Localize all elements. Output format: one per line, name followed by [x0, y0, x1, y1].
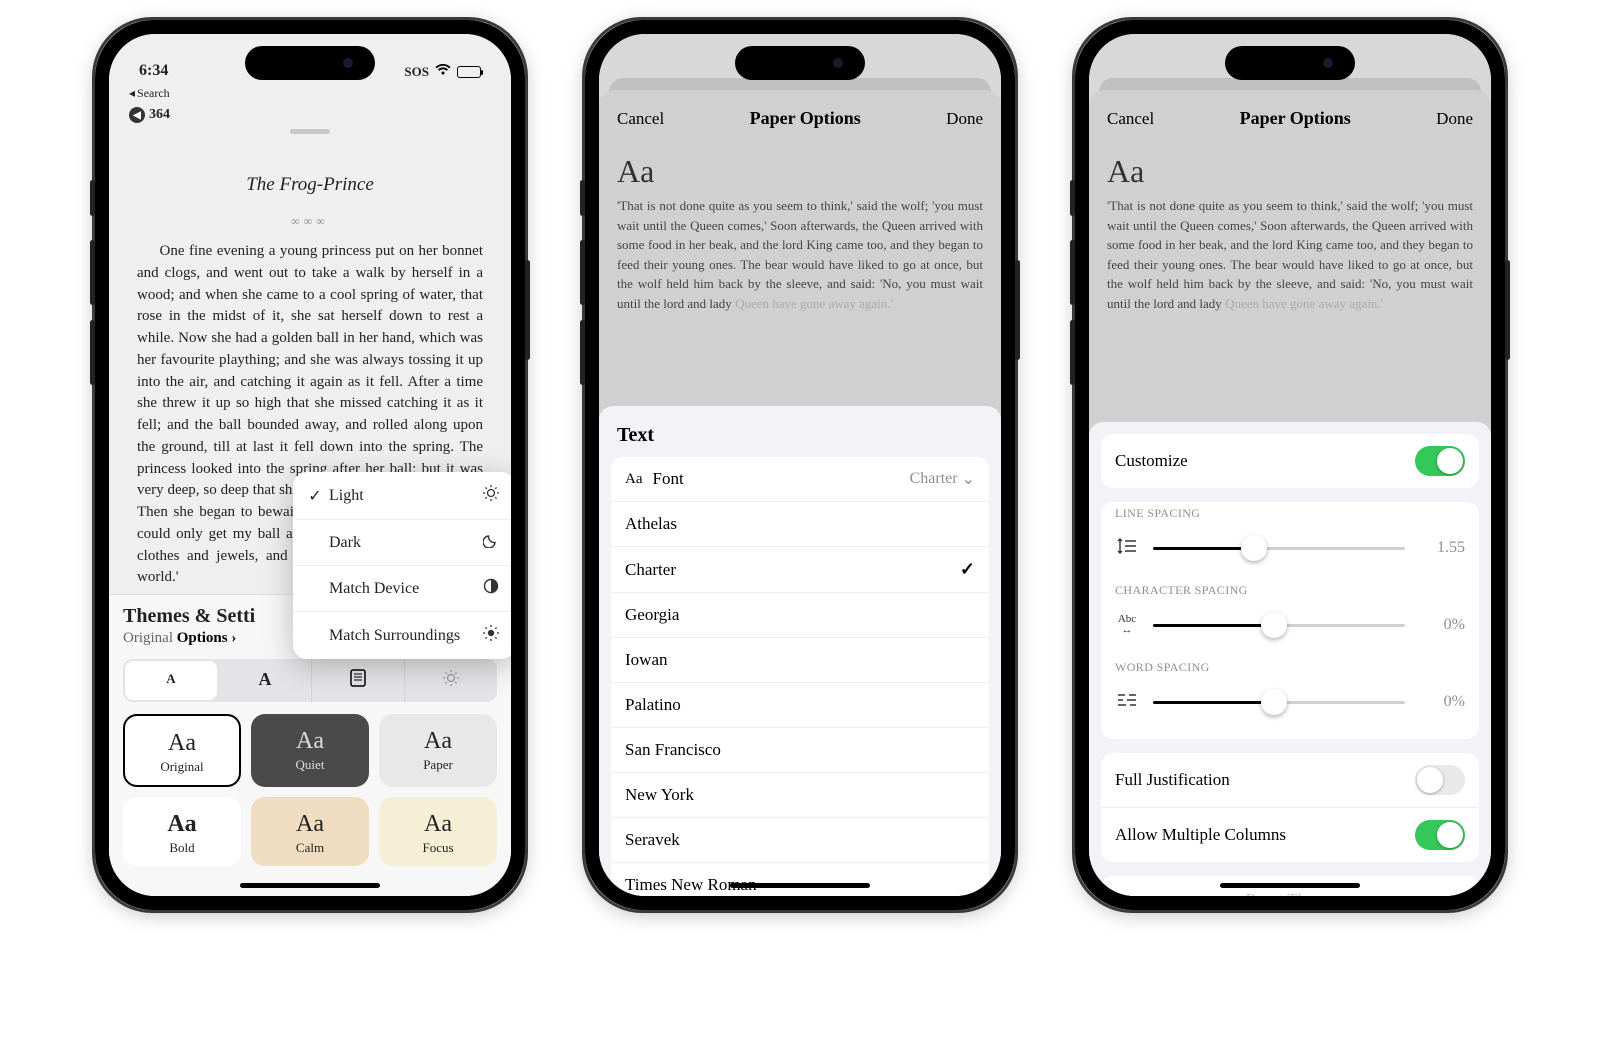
- battery-icon: [457, 66, 481, 78]
- preview-aa: Aa: [1107, 153, 1473, 190]
- appearance-popup: ✓ Light Dark Match Device: [293, 472, 511, 659]
- half-circle-icon: [481, 578, 501, 599]
- back-button[interactable]: ◂ Search: [109, 84, 511, 103]
- chevron-left-icon: ◂: [129, 86, 135, 101]
- home-indicator[interactable]: [240, 883, 380, 888]
- phone-2: Cancel Paper Options Done Aa 'That is no…: [585, 20, 1015, 910]
- ornament: ∞∞∞: [109, 214, 511, 241]
- chevron-down-icon: ⌄: [962, 469, 975, 489]
- phone-3: Cancel Paper Options Done Aa 'That is no…: [1075, 20, 1505, 910]
- multi-columns-toggle[interactable]: [1415, 820, 1465, 850]
- line-spacing-icon: [1115, 537, 1139, 559]
- page-number[interactable]: ◀ 364: [109, 103, 511, 127]
- multi-columns-row[interactable]: Allow Multiple Columns: [1101, 808, 1479, 862]
- popup-match-device[interactable]: Match Device: [293, 566, 511, 612]
- phone-1: 6:34 SOS ◂ Search ◀ 364 The Frog-Prince: [95, 20, 525, 910]
- full-justification-toggle[interactable]: [1415, 765, 1465, 795]
- char-spacing-icon: Abc↔: [1115, 614, 1139, 636]
- font-charter[interactable]: Charter✓: [611, 547, 989, 593]
- font-iowan[interactable]: Iowan: [611, 638, 989, 683]
- popup-match-surroundings[interactable]: Match Surroundings: [293, 612, 511, 659]
- moon-icon: [481, 532, 501, 553]
- full-justification-row[interactable]: Full Justification: [1101, 753, 1479, 808]
- font-size-large[interactable]: A: [219, 659, 312, 702]
- page-icon: ◀: [129, 107, 145, 123]
- theme-paper[interactable]: AaPaper: [379, 714, 497, 787]
- brightness-button[interactable]: [405, 659, 497, 702]
- preview-area: Aa 'That is not done quite as you seem t…: [599, 147, 1001, 337]
- text-options-sheet: Text AaFont Charter ⌄ Athelas Charter✓ G…: [599, 406, 1001, 896]
- font-san-francisco[interactable]: San Francisco: [611, 728, 989, 773]
- theme-quiet[interactable]: AaQuiet: [251, 714, 369, 787]
- font-times[interactable]: Times New Roman: [611, 863, 989, 896]
- char-spacing-label: CHARACTER SPACING: [1101, 579, 1479, 604]
- theme-focus[interactable]: AaFocus: [379, 797, 497, 866]
- font-seravek[interactable]: Seravek: [611, 818, 989, 863]
- home-indicator[interactable]: [1220, 883, 1360, 888]
- theme-calm[interactable]: AaCalm: [251, 797, 369, 866]
- sheet-title: Paper Options: [1240, 108, 1351, 129]
- preview-aa: Aa: [617, 153, 983, 190]
- done-button[interactable]: Done: [1436, 109, 1473, 129]
- word-spacing-icon: [1115, 693, 1139, 711]
- checkmark-icon: ✓: [307, 486, 323, 506]
- cancel-button[interactable]: Cancel: [617, 109, 664, 129]
- font-athelas[interactable]: Athelas: [611, 502, 989, 547]
- font-new-york[interactable]: New York: [611, 773, 989, 818]
- font-palatino[interactable]: Palatino: [611, 683, 989, 728]
- notch: [735, 46, 865, 80]
- word-spacing-slider[interactable]: [1153, 689, 1405, 715]
- home-indicator[interactable]: [730, 883, 870, 888]
- sun-icon: [481, 484, 501, 507]
- checkmark-icon: ✓: [960, 559, 975, 580]
- popup-dark[interactable]: Dark: [293, 520, 511, 566]
- done-button[interactable]: Done: [946, 109, 983, 129]
- cancel-button[interactable]: Cancel: [1107, 109, 1154, 129]
- font-georgia[interactable]: Georgia: [611, 593, 989, 638]
- font-row[interactable]: AaFont Charter ⌄: [611, 457, 989, 502]
- notch: [1225, 46, 1355, 80]
- line-spacing-label: LINE SPACING: [1101, 502, 1479, 527]
- sheet-title: Paper Options: [750, 108, 861, 129]
- auto-brightness-icon: [481, 624, 501, 647]
- sos-label: SOS: [404, 64, 429, 80]
- chapter-title: The Frog-Prince: [109, 134, 511, 214]
- popup-light[interactable]: ✓ Light: [293, 472, 511, 520]
- status-time: 6:34: [139, 62, 168, 80]
- font-size-small[interactable]: A: [125, 661, 217, 700]
- char-spacing-slider[interactable]: [1153, 612, 1405, 638]
- line-spacing-slider[interactable]: [1153, 535, 1405, 561]
- customize-sheet: Customize LINE SPACING: [1089, 422, 1491, 896]
- preview-area: Aa 'That is not done quite as you seem t…: [1089, 147, 1491, 337]
- notch: [245, 46, 375, 80]
- themes-controls: A A: [123, 659, 497, 702]
- theme-bold[interactable]: AaBold: [123, 797, 241, 866]
- scroll-mode-button[interactable]: [312, 659, 405, 702]
- customize-row[interactable]: Customize: [1101, 434, 1479, 488]
- theme-original[interactable]: AaOriginal: [123, 714, 241, 787]
- wifi-icon: [435, 64, 451, 80]
- word-spacing-label: WORD SPACING: [1101, 656, 1479, 681]
- text-section-label: Text: [611, 418, 989, 457]
- customize-toggle[interactable]: [1415, 446, 1465, 476]
